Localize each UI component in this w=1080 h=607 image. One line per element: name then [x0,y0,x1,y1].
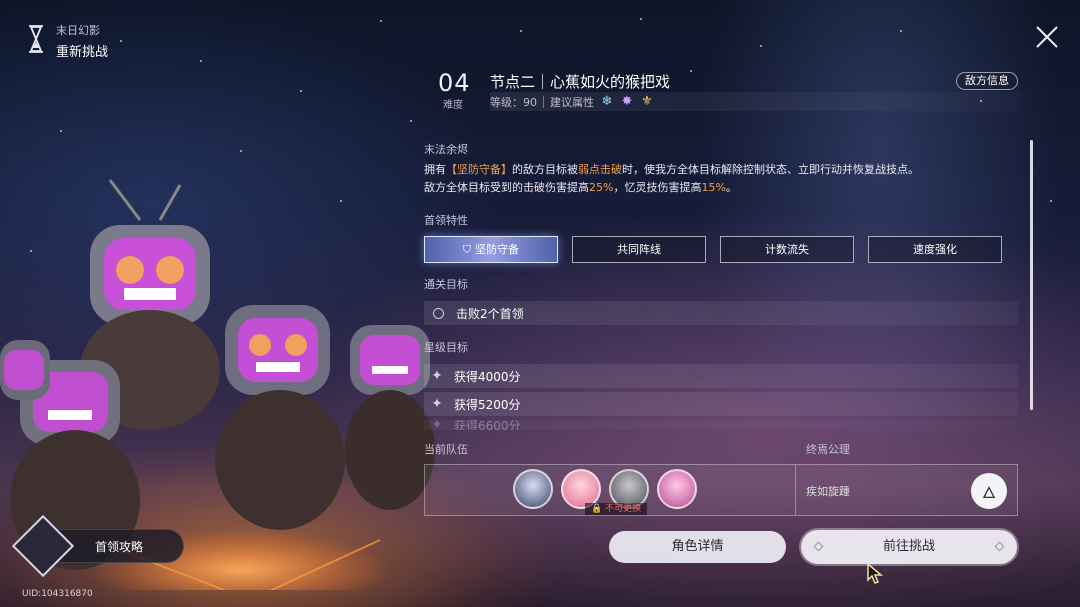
mode-subtitle: 末日幻影 [56,24,100,37]
star-goals-title: 星级目标 [424,341,468,354]
flame-icon[interactable]: 🜂 [971,473,1007,509]
buff-title: 末法余烬 [424,143,468,156]
node-header: 04 难度 节点二｜心蕉如火的猴把戏 等级：90 建议属性 ❄ ✸ ⚜ 敌方信息 [424,66,1020,114]
axiom-panel: 疾如旋踵 🜂 [796,464,1018,516]
uid-text: UID:104316870 [22,589,93,599]
tab-joint-front[interactable]: 共同阵线 [572,236,706,263]
star-icon: ✦ [431,420,443,430]
difficulty-label: 难度 [443,100,463,111]
clear-goal-text: 击败2个首领 [456,306,524,321]
avatar[interactable] [513,469,553,509]
start-challenge-button[interactable]: 前往挑战 [801,530,1017,564]
level-text: 等级：90 [490,96,537,109]
node-meta: 等级：90 建议属性 ❄ ✸ ⚜ [490,94,654,110]
star-icon: ✦ [431,396,443,412]
lock-note: 🔒 不可更换 [585,503,648,515]
star-goal-row: ✦ 获得6600分 [424,420,1018,430]
difficulty-number: 04 [438,69,471,97]
boss-artwork [0,179,435,590]
axiom-name: 疾如旋踵 [806,485,850,498]
enemy-info-button[interactable]: 敌方信息 [956,72,1018,90]
mode-indicator: 末日幻影 重新挑战 [26,22,108,60]
mouse-cursor-icon [867,562,884,584]
axiom-title: 终焉公理 [806,443,850,456]
close-icon[interactable] [1034,24,1060,50]
team-panel: 🔒 不可更换 [424,464,796,516]
star-icon: ✦ [431,368,443,384]
tab-count-drain[interactable]: 计数流失 [720,236,854,263]
quantum-element-icon: ⚜ [641,94,653,109]
goal-ring-icon [433,307,444,319]
tab-speed-boost[interactable]: 速度强化 [868,236,1002,263]
team-title: 当前队伍 [424,443,468,456]
buff-description: 拥有【坚防守备】的敌方目标被弱点击破时，使我方全体目标解除控制状态、立即行动并恢… [424,163,919,194]
star-goal-row: ✦ 获得4000分 [424,364,1018,388]
shield-icon: ⛉ [462,243,472,256]
hourglass-icon [29,25,43,53]
tab-fortified-defense[interactable]: ⛉ 坚防守备 [424,236,558,263]
boss-feature-tabs: ⛉ 坚防守备 共同阵线 计数流失 速度强化 [424,236,1002,263]
clear-goal-title: 通关目标 [424,278,468,291]
boss-guide-button[interactable]: 首领攻略 [11,514,184,578]
avatar[interactable] [657,469,697,509]
clear-goal-row: 击败2个首领 [424,301,1018,325]
star-goal-row: ✦ 获得5200分 [424,392,1018,416]
node-title: 节点二｜心蕉如火的猴把戏 [490,73,671,91]
retry-label: 重新挑战 [56,45,109,60]
ice-element-icon: ❄ [601,94,613,109]
imaginary-element-icon: ✸ [621,94,633,109]
boss-features-title: 首领特性 [424,214,468,227]
scrollbar[interactable] [1030,140,1033,410]
suggest-label: 建议属性 [550,96,594,109]
character-detail-button[interactable]: 角色详情 [609,531,786,563]
